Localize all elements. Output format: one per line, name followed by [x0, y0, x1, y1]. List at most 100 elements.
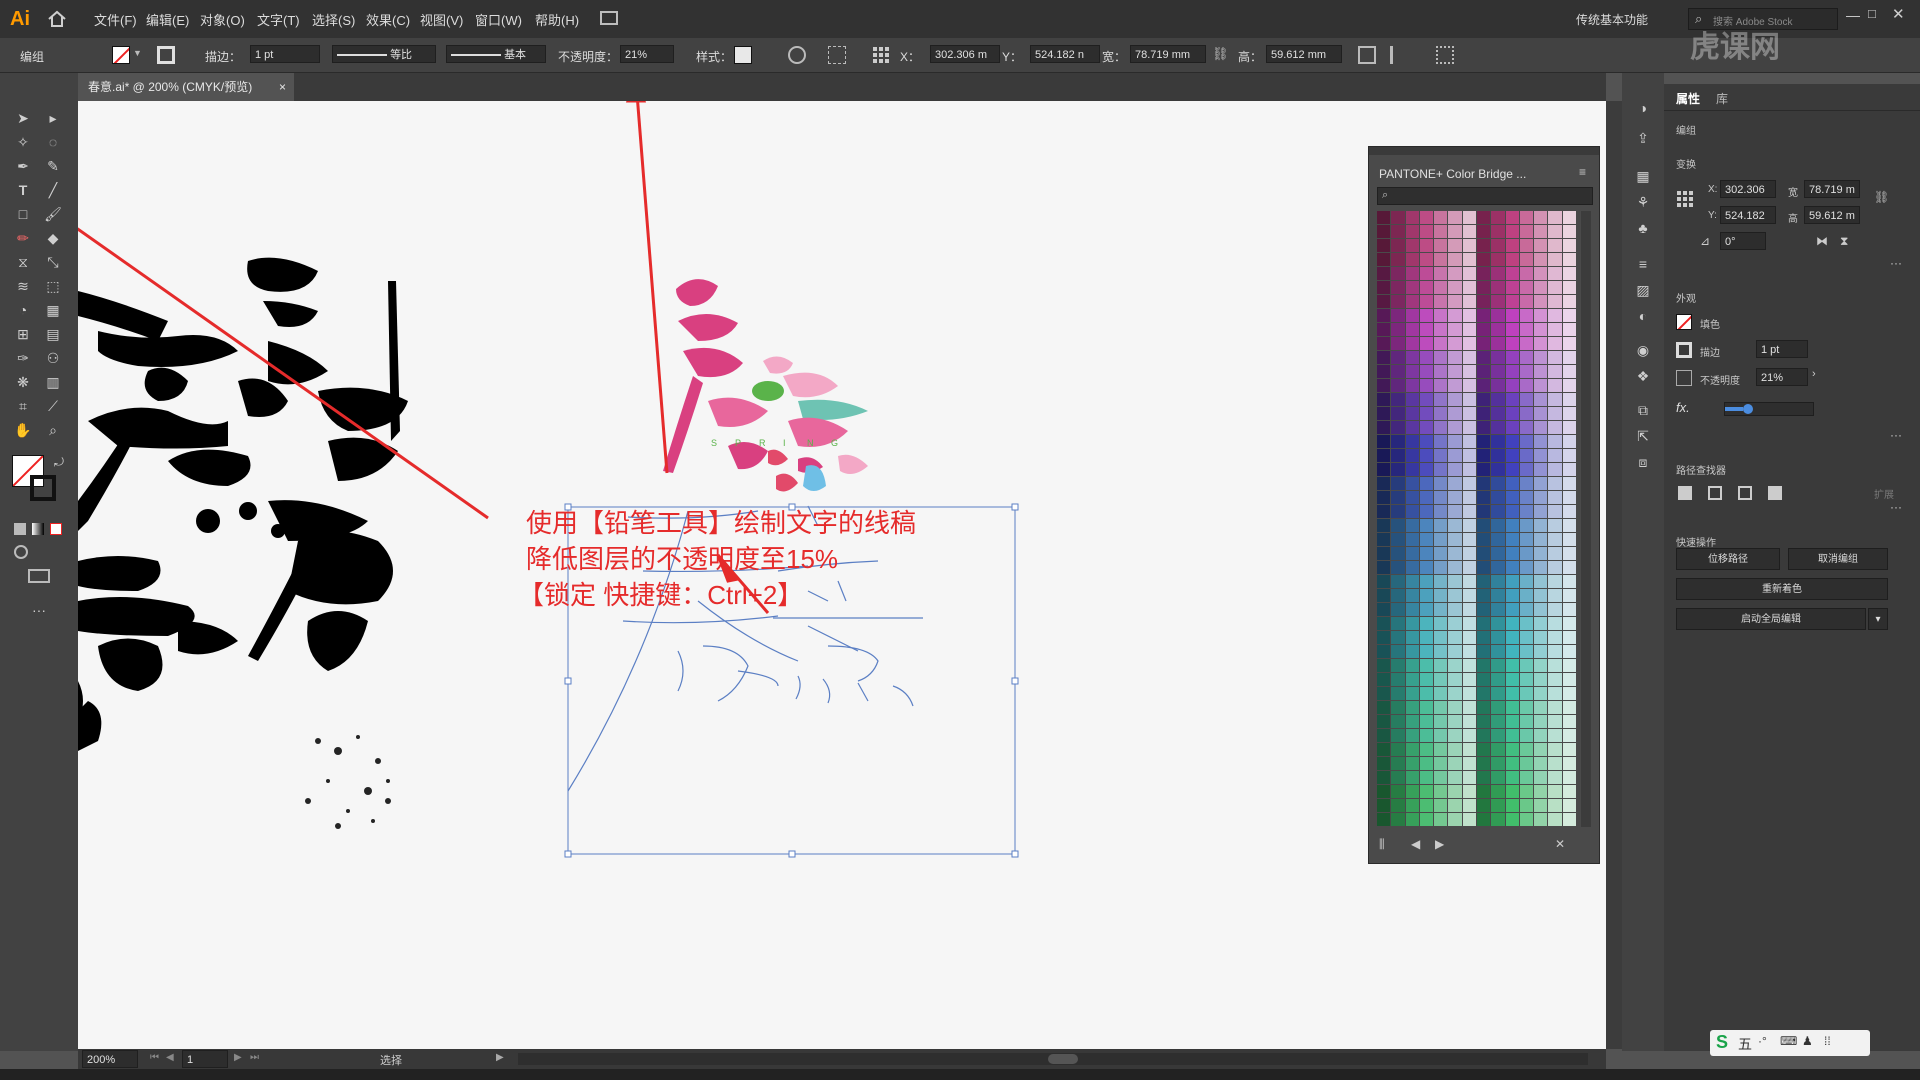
color-swatch[interactable] [1391, 799, 1405, 812]
color-swatch[interactable] [1419, 267, 1434, 280]
color-swatch[interactable] [1377, 729, 1391, 742]
color-swatch[interactable] [1448, 267, 1462, 280]
color-swatch[interactable] [1419, 645, 1434, 658]
color-swatch[interactable] [1434, 365, 1448, 378]
color-swatch[interactable] [1534, 421, 1548, 434]
color-swatch[interactable] [1534, 281, 1548, 294]
panel-menu-icon[interactable]: ≡ [1579, 165, 1586, 179]
color-swatch[interactable] [1434, 211, 1448, 224]
color-swatch[interactable] [1491, 715, 1505, 728]
color-swatch[interactable] [1562, 673, 1576, 686]
color-swatch[interactable] [1519, 799, 1534, 812]
color-swatch[interactable] [1491, 491, 1505, 504]
color-swatch[interactable] [1519, 239, 1534, 252]
color-swatch[interactable] [1477, 533, 1491, 546]
color-swatch[interactable] [1377, 505, 1391, 518]
color-swatch[interactable] [1391, 225, 1405, 238]
color-swatch[interactable] [1491, 323, 1505, 336]
color-swatch[interactable] [1377, 743, 1391, 756]
color-swatch[interactable] [1548, 813, 1562, 826]
flip-vertical-icon[interactable]: ⧗ [1840, 234, 1848, 249]
color-swatch[interactable] [1448, 561, 1462, 574]
rotate-angle-field[interactable]: 0° [1720, 232, 1766, 250]
color-swatch[interactable] [1548, 337, 1562, 350]
color-swatch[interactable] [1562, 267, 1576, 280]
color-swatch[interactable] [1391, 379, 1405, 392]
color-swatch[interactable] [1419, 799, 1434, 812]
color-swatch[interactable] [1505, 659, 1519, 672]
prop-fill-swatch[interactable] [1676, 314, 1692, 330]
color-swatch[interactable] [1405, 337, 1419, 350]
color-swatch[interactable] [1434, 715, 1448, 728]
height-field[interactable]: 59.612 mm [1266, 45, 1342, 63]
color-swatch[interactable] [1477, 323, 1491, 336]
color-swatch[interactable] [1477, 589, 1491, 602]
color-swatch[interactable] [1534, 253, 1548, 266]
ime-user-icon[interactable]: ♟ [1802, 1034, 1813, 1048]
color-swatch[interactable] [1491, 533, 1505, 546]
artboards-icon[interactable]: ⧈ [1632, 451, 1654, 473]
color-swatch[interactable] [1377, 589, 1391, 602]
color-swatch[interactable] [1448, 799, 1462, 812]
color-swatch[interactable] [1434, 519, 1448, 532]
color-swatch[interactable] [1505, 561, 1519, 574]
global-edit-options-button[interactable]: ▾ [1868, 608, 1888, 630]
symbols-icon[interactable]: ♣ [1632, 217, 1654, 239]
color-swatch[interactable] [1405, 715, 1419, 728]
color-swatch[interactable] [1534, 323, 1548, 336]
color-swatch[interactable] [1462, 295, 1476, 308]
color-swatch[interactable] [1405, 435, 1419, 448]
color-swatch[interactable] [1477, 449, 1491, 462]
color-swatch[interactable] [1448, 253, 1462, 266]
color-swatch[interactable] [1462, 365, 1476, 378]
color-swatch[interactable] [1519, 589, 1534, 602]
color-swatch[interactable] [1419, 393, 1434, 406]
color-swatch[interactable] [1505, 687, 1519, 700]
menu-window[interactable]: 窗口(W) [475, 10, 522, 29]
color-swatch[interactable] [1419, 575, 1434, 588]
color-swatch[interactable] [1391, 603, 1405, 616]
color-swatch[interactable] [1462, 771, 1476, 784]
color-swatch[interactable] [1505, 757, 1519, 770]
graphic-styles-icon[interactable]: ❖ [1632, 365, 1654, 387]
tab-libraries[interactable]: 库 [1716, 90, 1728, 107]
collapse-icon[interactable]: ✕ [1555, 837, 1565, 851]
color-swatch[interactable] [1534, 561, 1548, 574]
color-swatch[interactable] [1519, 617, 1534, 630]
color-swatch[interactable] [1562, 589, 1576, 602]
color-swatch[interactable] [1534, 687, 1548, 700]
color-swatch[interactable] [1477, 771, 1491, 784]
color-swatch[interactable] [1505, 421, 1519, 434]
color-swatch[interactable] [1462, 421, 1476, 434]
color-swatch[interactable] [1548, 799, 1562, 812]
color-swatch[interactable] [1534, 785, 1548, 798]
color-swatch[interactable] [1477, 281, 1491, 294]
reference-point-icon[interactable] [872, 46, 890, 64]
perspective-grid-tool-icon[interactable]: ▦ [42, 299, 64, 321]
color-swatch[interactable] [1562, 757, 1576, 770]
next-artboard-icon[interactable]: ▶ [234, 1052, 242, 1063]
color-swatch[interactable] [1434, 267, 1448, 280]
color-swatch[interactable] [1434, 281, 1448, 294]
color-swatch[interactable] [1548, 505, 1562, 518]
color-swatch[interactable] [1548, 533, 1562, 546]
swatch-library-icon[interactable]: ⫼ [1379, 837, 1385, 852]
symbol-sprayer-tool-icon[interactable]: ❋ [12, 371, 34, 393]
layers-icon[interactable]: ⧉ [1632, 399, 1654, 421]
color-swatch[interactable] [1548, 659, 1562, 672]
color-swatch[interactable] [1434, 631, 1448, 644]
color-swatch[interactable] [1505, 435, 1519, 448]
color-swatch[interactable] [1519, 491, 1534, 504]
color-swatch[interactable] [1391, 421, 1405, 434]
color-swatch[interactable] [1419, 435, 1434, 448]
color-swatch[interactable] [1377, 645, 1391, 658]
color-swatch[interactable] [1462, 659, 1476, 672]
color-swatch[interactable] [1419, 519, 1434, 532]
color-swatch[interactable] [1405, 407, 1419, 420]
color-swatch[interactable] [1462, 743, 1476, 756]
color-swatch[interactable] [1419, 743, 1434, 756]
color-swatch[interactable] [1405, 729, 1419, 742]
color-swatch[interactable] [1505, 701, 1519, 714]
color-swatch[interactable] [1391, 589, 1405, 602]
status-menu-icon[interactable]: ▶ [496, 1052, 504, 1063]
